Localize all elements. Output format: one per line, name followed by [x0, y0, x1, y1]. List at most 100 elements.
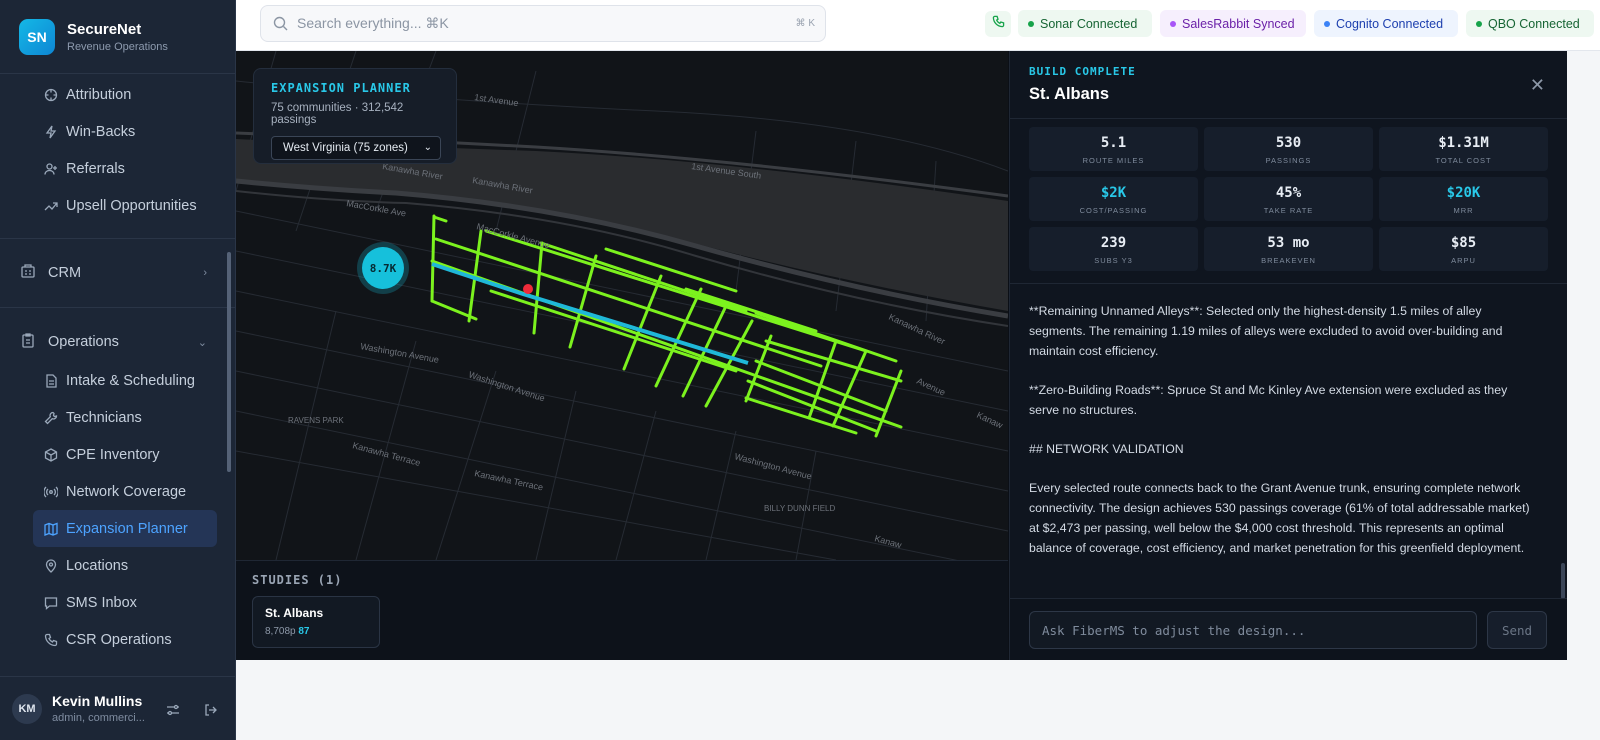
chevron-right-icon: › [203, 267, 207, 279]
expansion-map[interactable]: Kanawha River Kanawha River Kanawha Rive… [236, 51, 1008, 560]
sidebar-item-network-coverage[interactable]: Network Coverage [0, 473, 235, 510]
planner-summary: 75 communities · 312,542 passings [271, 102, 404, 126]
map-label-road: MacCorkle Avenue [475, 221, 550, 250]
phone-icon [992, 15, 1005, 33]
studies-title: STUDIES (1) [252, 573, 343, 587]
sidebar-item-attribution[interactable]: Attribution [0, 76, 235, 113]
community-cluster-marker[interactable]: 8.7K [362, 247, 404, 289]
sidebar-item-label: Win-Backs [66, 123, 136, 140]
map-label-road: Avenue [915, 376, 947, 398]
pin-icon [44, 558, 58, 573]
status-badge-qbo[interactable]: QBO Connected [1466, 10, 1594, 37]
study-passings: 8,708p [265, 626, 296, 637]
status-badge-salesrabbit[interactable]: SalesRabbit Synced [1160, 10, 1306, 37]
study-score: 87 [298, 626, 310, 637]
metric-value: 45% [1275, 185, 1302, 201]
sidebar-item-cpe-inventory[interactable]: CPE Inventory [0, 436, 235, 473]
sidebar-item-label: Intake & Scheduling [66, 372, 195, 389]
panel-header: BUILD COMPLETE St. Albans ✕ [1010, 51, 1567, 119]
avatar: KM [12, 693, 42, 724]
user-role: admin, commerci... [52, 712, 145, 724]
status-badge-cognito[interactable]: Cognito Connected [1314, 10, 1458, 37]
status-label: Sonar Connected [1040, 16, 1138, 31]
metric-card: $1.31M TOTAL COST [1379, 127, 1548, 171]
sidebar-item-label: Locations [66, 557, 129, 574]
map-label-road: Kanaw [873, 533, 903, 550]
top-bar: Search everything... ⌘K ⌘ K Sonar Connec… [236, 0, 1600, 51]
panel-title: St. Albans [1029, 85, 1110, 103]
sidebar-item-upsell[interactable]: Upsell Opportunities [0, 187, 235, 224]
sidebar-section-label: CRM [48, 265, 82, 281]
panel-scrollbar[interactable] [1561, 563, 1565, 599]
sidebar-item-label: Referrals [66, 160, 125, 177]
metric-card: 45% TAKE RATE [1204, 177, 1373, 221]
target-icon [44, 88, 58, 102]
metrics-divider [1010, 283, 1567, 284]
package-icon [44, 447, 58, 462]
metric-label: ROUTE MILES [1082, 156, 1145, 165]
planner-title: EXPANSION PLANNER [271, 81, 411, 95]
status-dot [1170, 21, 1176, 27]
map-label-river: Kanawha River [887, 312, 947, 347]
panel-status: BUILD COMPLETE [1029, 65, 1136, 78]
status-badge-sonar[interactable]: Sonar Connected [1018, 10, 1152, 37]
send-button[interactable]: Send [1487, 611, 1547, 649]
metric-label: SUBS Y3 [1094, 256, 1133, 265]
sidebar-scrollbar[interactable] [227, 252, 231, 472]
wrench-icon [44, 411, 58, 425]
sidebar-item-win-backs[interactable]: Win-Backs [0, 113, 235, 150]
status-label: SalesRabbit Synced [1182, 16, 1295, 31]
sidebar-item-csr-operations[interactable]: CSR Operations [0, 621, 235, 658]
sidebar-item-label: Upsell Opportunities [66, 197, 197, 214]
metric-card: 5.1 ROUTE MILES [1029, 127, 1198, 171]
sidebar-section-crm[interactable]: CRM › [0, 253, 235, 293]
chat-input[interactable]: Ask FiberMS to adjust the design... [1029, 611, 1477, 649]
metric-value: 53 mo [1267, 235, 1310, 251]
metric-label: MRR [1453, 206, 1474, 215]
map-label-road: Kanawha Terrace [474, 468, 544, 492]
map-label-park: BILLY DUNN FIELD [764, 504, 836, 513]
status-dot [1028, 21, 1034, 27]
sidebar-item-label: Expansion Planner [66, 520, 188, 537]
metric-label: COST/PASSING [1079, 206, 1148, 215]
brand-logo: SN [19, 18, 55, 55]
sidebar-section-operations[interactable]: Operations ⌄ [0, 322, 235, 362]
note-paragraph: **Remaining Unnamed Alleys**: Selected o… [1029, 304, 1503, 358]
metric-card: $85 ARPU [1379, 227, 1548, 271]
note-heading: ## NETWORK VALIDATION [1029, 442, 1184, 456]
logout-icon[interactable] [202, 701, 220, 719]
search-input[interactable]: Search everything... ⌘K ⌘ K [260, 5, 826, 42]
map-icon [44, 522, 58, 536]
close-icon[interactable]: ✕ [1530, 75, 1545, 96]
sidebar-item-intake-scheduling[interactable]: Intake & Scheduling [0, 362, 235, 399]
metric-card: $20K MRR [1379, 177, 1548, 221]
nav-divider [0, 238, 235, 239]
chat-bar: Ask FiberMS to adjust the design... Send [1010, 598, 1567, 660]
metric-value: $20K [1446, 185, 1481, 201]
chevron-down-icon: ⌄ [423, 142, 432, 153]
message-icon [44, 596, 58, 610]
region-select[interactable]: West Virginia (75 zones) ⌄ [271, 136, 441, 160]
sidebar-item-label: CSR Operations [66, 631, 172, 648]
map-label-road: Kanaw [975, 410, 1005, 431]
sidebar-item-locations[interactable]: Locations [0, 547, 235, 584]
study-meta: 8,708p 87 [265, 626, 367, 637]
metric-card: 530 PASSINGS [1204, 127, 1373, 171]
bolt-icon [44, 125, 58, 139]
sidebar-item-referrals[interactable]: Referrals [0, 150, 235, 187]
clipboard-icon [20, 332, 36, 352]
sidebar-item-expansion-planner[interactable]: Expansion Planner [33, 510, 217, 547]
map-label-park: RAVENS PARK [288, 416, 344, 425]
sidebar-item-technicians[interactable]: Technicians [0, 399, 235, 436]
phone-status-button[interactable] [985, 11, 1011, 37]
settings-sliders-icon[interactable] [164, 701, 182, 719]
status-label: Cognito Connected [1336, 16, 1444, 31]
study-card[interactable]: St. Albans 8,708p 87 [252, 596, 380, 648]
document-icon [44, 373, 58, 388]
brand: SN SecureNet Revenue Operations [0, 0, 235, 74]
search-shortcut: ⌘ K [795, 18, 815, 29]
sidebar-item-label: Technicians [66, 409, 142, 426]
metric-value: 530 [1275, 135, 1302, 151]
sidebar-item-sms-inbox[interactable]: SMS Inbox [0, 584, 235, 621]
metric-label: BREAKEVEN [1261, 256, 1316, 265]
